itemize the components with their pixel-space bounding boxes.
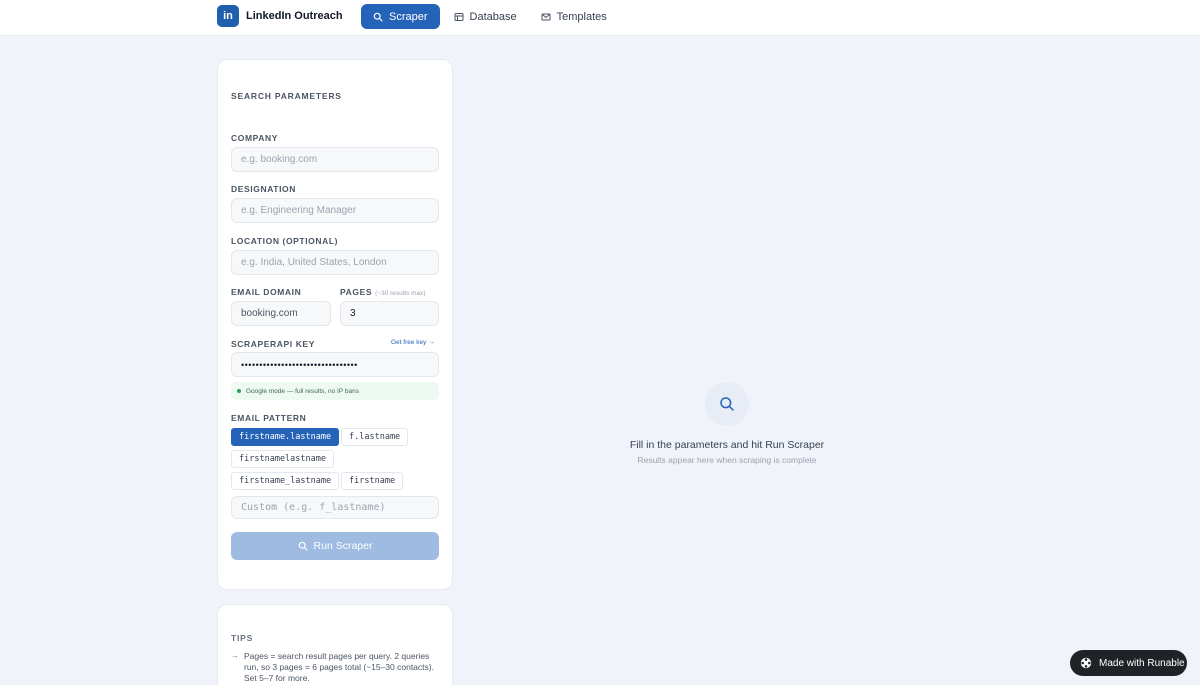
tab-label: Scraper (389, 10, 428, 23)
nav-tabs: Scraper Database Templates (361, 4, 619, 29)
run-scraper-label: Run Scraper (313, 540, 373, 552)
top-nav-bar: in LinkedIn Outreach Scraper Database Te… (0, 0, 1200, 36)
company-label: COMPANY (231, 133, 279, 143)
tip-text: Pages = search result pages per query. 2… (244, 651, 434, 683)
search-icon (298, 541, 308, 551)
pattern-chip-firstname-lastname[interactable]: firstname.lastname (231, 428, 340, 446)
api-key-input[interactable]: •••••••••••••••••••••••••••••••• (231, 352, 439, 377)
tab-scraper[interactable]: Scraper (361, 4, 440, 29)
tab-templates[interactable]: Templates (529, 4, 619, 29)
custom-pattern-input[interactable]: Custom (e.g. f_lastname) (231, 496, 439, 519)
search-parameters-card: SEARCH PARAMETERS COMPANY e.g. booking.c… (217, 59, 453, 590)
email-domain-input[interactable]: booking.com (231, 301, 331, 326)
designation-input[interactable]: e.g. Engineering Manager (231, 198, 439, 223)
email-domain-label: EMAIL DOMAIN (231, 287, 302, 297)
get-free-key-link[interactable]: Get free key → (391, 339, 435, 346)
pattern-chip-firstname[interactable]: firstname (341, 472, 404, 490)
run-scraper-button[interactable]: Run Scraper (231, 532, 439, 560)
designation-label: DESIGNATION (231, 184, 297, 194)
arrow-right-icon: → (231, 651, 239, 660)
status-text: Google mode — full results, no IP bans (246, 387, 359, 395)
status-dot-icon (237, 389, 241, 393)
search-icon (373, 12, 383, 22)
tip-item: → Pages = search result pages per query.… (231, 651, 441, 684)
search-icon (705, 382, 749, 426)
location-label: LOCATION (OPTIONAL) (231, 236, 339, 246)
tips-title: TIPS (231, 633, 254, 643)
tab-database[interactable]: Database (442, 4, 529, 29)
database-icon (454, 12, 464, 22)
tab-label: Templates (556, 10, 607, 23)
api-key-label: SCRAPERAPI KEY (231, 339, 315, 349)
runable-logo-icon (1080, 657, 1092, 669)
badge-label: Made with Runable (1099, 657, 1185, 669)
made-with-runable-badge[interactable]: Made with Runable (1070, 650, 1187, 676)
pages-input[interactable]: 3 (340, 301, 439, 326)
pattern-chip-firstnamelastname[interactable]: firstnamelastname (231, 450, 334, 468)
pattern-chip-firstname-underscore-lastname[interactable]: firstname_lastname (231, 472, 340, 490)
empty-state-subtitle: Results appear here when scraping is com… (637, 455, 817, 465)
email-pattern-label: EMAIL PATTERN (231, 413, 307, 423)
pages-label: PAGES (~30 results max) (340, 287, 426, 297)
linkedin-logo-icon: in (217, 5, 239, 27)
status-banner: Google mode — full results, no IP bans (231, 382, 439, 400)
company-input[interactable]: e.g. booking.com (231, 147, 439, 172)
pages-hint: (~30 results max) (375, 290, 426, 297)
empty-state-title: Fill in the parameters and hit Run Scrap… (629, 439, 825, 451)
pages-label-text: PAGES (340, 287, 373, 297)
tips-card: TIPS → Pages = search result pages per q… (217, 604, 453, 685)
section-title: SEARCH PARAMETERS (231, 91, 342, 101)
location-input[interactable]: e.g. India, United States, London (231, 250, 439, 275)
mail-icon (541, 12, 551, 22)
tab-label: Database (469, 10, 517, 23)
app-title: LinkedIn Outreach (246, 10, 343, 22)
brand[interactable]: in LinkedIn Outreach (217, 5, 343, 27)
pattern-chip-f-lastname[interactable]: f.lastname (341, 428, 409, 446)
